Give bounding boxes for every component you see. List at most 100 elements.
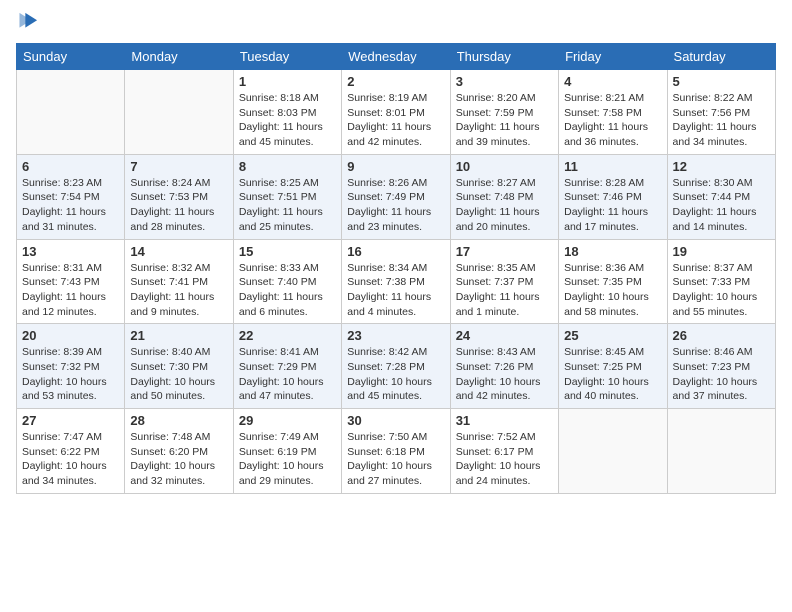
calendar-cell: 26Sunrise: 8:46 AM Sunset: 7:23 PM Dayli…: [667, 324, 775, 409]
calendar-week-2: 6Sunrise: 8:23 AM Sunset: 7:54 PM Daylig…: [17, 154, 776, 239]
day-number: 25: [564, 328, 661, 343]
day-info: Sunrise: 8:23 AM Sunset: 7:54 PM Dayligh…: [22, 176, 119, 235]
day-number: 24: [456, 328, 553, 343]
calendar-cell: 11 Sunrise: 8:28 AM Sunset: 7:46 PM Dayli…: [559, 154, 667, 239]
calendar-cell: 15 Sunrise: 8:33 AM Sunset: 7:40 PM Dayli…: [233, 239, 341, 324]
day-number: 31: [456, 413, 553, 428]
calendar-cell: 22 Sunrise: 8:41 AM Sunset: 7:29 PM Dayli…: [233, 324, 341, 409]
calendar-cell: 8Sunrise: 8:25 AM Sunset: 7:51 PM Daylig…: [233, 154, 341, 239]
day-info: Sunrise: 7:47 AM Sunset: 6:22 PM Dayligh…: [22, 430, 119, 489]
day-header-sunday: Sunday: [17, 44, 125, 70]
calendar-cell: 25 Sunrise: 8:45 AM Sunset: 7:25 PM Dayli…: [559, 324, 667, 409]
day-info: Sunrise: 8:41 AM Sunset: 7:29 PM Dayligh…: [239, 345, 336, 404]
day-number: 12: [673, 159, 770, 174]
day-number: 14: [130, 244, 227, 259]
day-number: 21: [130, 328, 227, 343]
calendar-cell: 30 Sunrise: 7:50 AM Sunset: 6:18 PM Dayli…: [342, 409, 450, 494]
day-number: 29: [239, 413, 336, 428]
day-info: Sunrise: 8:25 AM Sunset: 7:51 PM Dayligh…: [239, 176, 336, 235]
day-info: Sunrise: 7:48 AM Sunset: 6:20 PM Dayligh…: [130, 430, 227, 489]
day-info: Sunrise: 8:26 AM Sunset: 7:49 PM Dayligh…: [347, 176, 444, 235]
day-number: 20: [22, 328, 119, 343]
calendar-cell: 18Sunrise: 8:36 AM Sunset: 7:35 PM Dayli…: [559, 239, 667, 324]
header: [16, 10, 776, 37]
day-header-thursday: Thursday: [450, 44, 558, 70]
day-number: 26: [673, 328, 770, 343]
calendar-cell: 1 Sunrise: 8:18 AM Sunset: 8:03 PM Daylig…: [233, 70, 341, 155]
day-number: 15: [239, 244, 336, 259]
day-info: Sunrise: 8:37 AM Sunset: 7:33 PM Dayligh…: [673, 261, 770, 320]
day-number: 27: [22, 413, 119, 428]
day-number: 22: [239, 328, 336, 343]
day-number: 1: [239, 74, 336, 89]
day-number: 23: [347, 328, 444, 343]
day-info: Sunrise: 8:31 AM Sunset: 7:43 PM Dayligh…: [22, 261, 119, 320]
day-info: Sunrise: 8:28 AM Sunset: 7:46 PM Dayligh…: [564, 176, 661, 235]
calendar-cell: 19 Sunrise: 8:37 AM Sunset: 7:33 PM Dayli…: [667, 239, 775, 324]
day-info: Sunrise: 7:50 AM Sunset: 6:18 PM Dayligh…: [347, 430, 444, 489]
day-number: 7: [130, 159, 227, 174]
calendar-cell: 28 Sunrise: 7:48 AM Sunset: 6:20 PM Dayli…: [125, 409, 233, 494]
day-info: Sunrise: 8:20 AM Sunset: 7:59 PM Dayligh…: [456, 91, 553, 150]
day-info: Sunrise: 8:43 AM Sunset: 7:26 PM Dayligh…: [456, 345, 553, 404]
calendar-cell: 31 Sunrise: 7:52 AM Sunset: 6:17 PM Dayli…: [450, 409, 558, 494]
day-number: 28: [130, 413, 227, 428]
day-number: 30: [347, 413, 444, 428]
calendar-cell: [667, 409, 775, 494]
calendar-cell: 12 Sunrise: 8:30 AM Sunset: 7:44 PM Dayli…: [667, 154, 775, 239]
calendar-week-5: 27 Sunrise: 7:47 AM Sunset: 6:22 PM Dayli…: [17, 409, 776, 494]
calendar-week-1: 1 Sunrise: 8:18 AM Sunset: 8:03 PM Daylig…: [17, 70, 776, 155]
day-number: 2: [347, 74, 444, 89]
calendar-cell: [559, 409, 667, 494]
day-info: Sunrise: 8:45 AM Sunset: 7:25 PM Dayligh…: [564, 345, 661, 404]
day-header-wednesday: Wednesday: [342, 44, 450, 70]
calendar-cell: 4Sunrise: 8:21 AM Sunset: 7:58 PM Daylig…: [559, 70, 667, 155]
day-info: Sunrise: 8:18 AM Sunset: 8:03 PM Dayligh…: [239, 91, 336, 150]
calendar-cell: 5 Sunrise: 8:22 AM Sunset: 7:56 PM Daylig…: [667, 70, 775, 155]
day-info: Sunrise: 8:30 AM Sunset: 7:44 PM Dayligh…: [673, 176, 770, 235]
calendar-cell: 6Sunrise: 8:23 AM Sunset: 7:54 PM Daylig…: [17, 154, 125, 239]
day-info: Sunrise: 8:24 AM Sunset: 7:53 PM Dayligh…: [130, 176, 227, 235]
day-number: 13: [22, 244, 119, 259]
day-header-tuesday: Tuesday: [233, 44, 341, 70]
calendar-week-3: 13 Sunrise: 8:31 AM Sunset: 7:43 PM Dayli…: [17, 239, 776, 324]
day-info: Sunrise: 8:19 AM Sunset: 8:01 PM Dayligh…: [347, 91, 444, 150]
day-number: 5: [673, 74, 770, 89]
day-info: Sunrise: 7:52 AM Sunset: 6:17 PM Dayligh…: [456, 430, 553, 489]
calendar-cell: 27 Sunrise: 7:47 AM Sunset: 6:22 PM Dayli…: [17, 409, 125, 494]
calendar-cell: [17, 70, 125, 155]
calendar-cell: 14Sunrise: 8:32 AM Sunset: 7:41 PM Dayli…: [125, 239, 233, 324]
calendar-cell: 21Sunrise: 8:40 AM Sunset: 7:30 PM Dayli…: [125, 324, 233, 409]
day-info: Sunrise: 8:39 AM Sunset: 7:32 PM Dayligh…: [22, 345, 119, 404]
day-info: Sunrise: 8:35 AM Sunset: 7:37 PM Dayligh…: [456, 261, 553, 320]
calendar-cell: 9Sunrise: 8:26 AM Sunset: 7:49 PM Daylig…: [342, 154, 450, 239]
day-info: Sunrise: 8:27 AM Sunset: 7:48 PM Dayligh…: [456, 176, 553, 235]
calendar-cell: 10 Sunrise: 8:27 AM Sunset: 7:48 PM Dayli…: [450, 154, 558, 239]
calendar-cell: [125, 70, 233, 155]
day-number: 19: [673, 244, 770, 259]
day-info: Sunrise: 8:42 AM Sunset: 7:28 PM Dayligh…: [347, 345, 444, 404]
day-header-monday: Monday: [125, 44, 233, 70]
calendar-cell: 2 Sunrise: 8:19 AM Sunset: 8:01 PM Daylig…: [342, 70, 450, 155]
calendar-cell: 20 Sunrise: 8:39 AM Sunset: 7:32 PM Dayli…: [17, 324, 125, 409]
day-number: 3: [456, 74, 553, 89]
calendar-header-row: SundayMondayTuesdayWednesdayThursdayFrid…: [17, 44, 776, 70]
day-info: Sunrise: 8:36 AM Sunset: 7:35 PM Dayligh…: [564, 261, 661, 320]
page: SundayMondayTuesdayWednesdayThursdayFrid…: [0, 0, 792, 510]
calendar-cell: 23 Sunrise: 8:42 AM Sunset: 7:28 PM Dayli…: [342, 324, 450, 409]
calendar-week-4: 20 Sunrise: 8:39 AM Sunset: 7:32 PM Dayli…: [17, 324, 776, 409]
calendar-cell: 16Sunrise: 8:34 AM Sunset: 7:38 PM Dayli…: [342, 239, 450, 324]
day-number: 10: [456, 159, 553, 174]
day-info: Sunrise: 8:33 AM Sunset: 7:40 PM Dayligh…: [239, 261, 336, 320]
calendar-table: SundayMondayTuesdayWednesdayThursdayFrid…: [16, 43, 776, 494]
day-number: 11: [564, 159, 661, 174]
day-header-saturday: Saturday: [667, 44, 775, 70]
day-info: Sunrise: 8:22 AM Sunset: 7:56 PM Dayligh…: [673, 91, 770, 150]
day-header-friday: Friday: [559, 44, 667, 70]
day-number: 16: [347, 244, 444, 259]
calendar-cell: 7 Sunrise: 8:24 AM Sunset: 7:53 PM Daylig…: [125, 154, 233, 239]
calendar-cell: 17 Sunrise: 8:35 AM Sunset: 7:37 PM Dayli…: [450, 239, 558, 324]
day-number: 17: [456, 244, 553, 259]
day-number: 4: [564, 74, 661, 89]
calendar-cell: 3 Sunrise: 8:20 AM Sunset: 7:59 PM Daylig…: [450, 70, 558, 155]
